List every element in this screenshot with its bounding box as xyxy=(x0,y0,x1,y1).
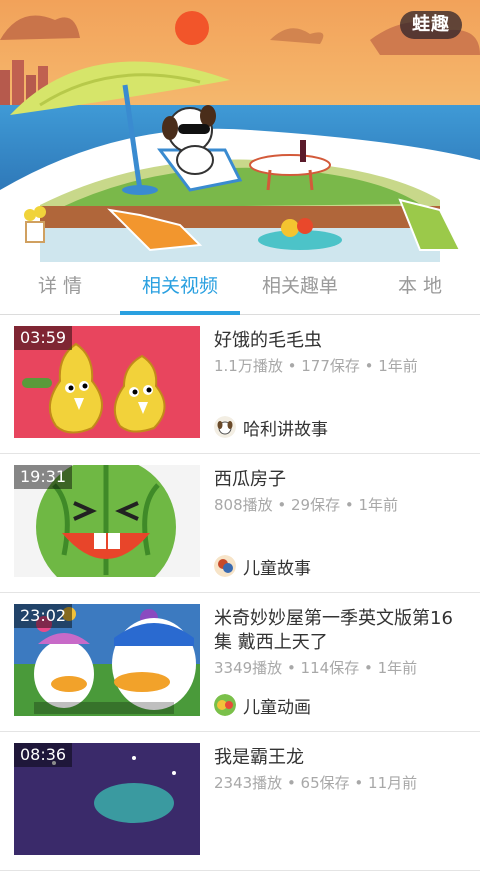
video-meta: 2343播放 • 65保存 • 11月前 xyxy=(214,774,418,792)
tab-related-videos[interactable]: 相关视频 xyxy=(120,262,240,315)
related-video-list: 03:59 好饿的毛毛虫 1.1万播放 • 177保存 • 1年前 哈利讲故事 xyxy=(0,315,480,871)
author-avatar xyxy=(214,416,236,438)
video-player[interactable]: 蛙趣 xyxy=(0,0,480,262)
video-list-item[interactable]: 03:59 好饿的毛毛虫 1.1万播放 • 177保存 • 1年前 哈利讲故事 xyxy=(0,315,480,454)
video-list-item[interactable]: 19:31 西瓜房子 808播放 • 29保存 • 1年前 儿童故事 xyxy=(0,454,480,593)
video-title[interactable]: 好饿的毛毛虫 xyxy=(214,329,470,353)
video-thumbnail[interactable]: 19:31 xyxy=(14,465,200,577)
author-name: 哈利讲故事 xyxy=(243,419,328,440)
video-title[interactable]: 我是霸王龙 xyxy=(214,746,470,770)
author-name: 儿童故事 xyxy=(243,558,311,579)
video-duration: 08:36 xyxy=(14,743,73,767)
tab-details[interactable]: 详 情 xyxy=(0,262,120,314)
author-name: 儿童动画 xyxy=(243,697,311,718)
video-list-item[interactable]: 23:02 米奇妙妙屋第一季英文版第16集 戴西上天了 3349播放 • 114… xyxy=(0,593,480,732)
tab-related-playlists[interactable]: 相关趣单 xyxy=(240,262,360,314)
video-author[interactable]: 哈利讲故事 xyxy=(214,415,328,440)
video-frame-illustration xyxy=(0,0,480,262)
video-duration: 23:02 xyxy=(14,604,73,628)
tab-bar: 详 情 相关视频 相关趣单 本 地 xyxy=(0,262,480,315)
video-meta: 1.1万播放 • 177保存 • 1年前 xyxy=(214,357,418,375)
author-avatar xyxy=(214,694,236,716)
video-thumbnail[interactable]: 23:02 xyxy=(14,604,200,716)
video-author[interactable]: 儿童故事 xyxy=(214,554,311,579)
video-duration: 03:59 xyxy=(14,326,73,350)
tab-local[interactable]: 本 地 xyxy=(360,262,480,314)
video-meta: 3349播放 • 114保存 • 1年前 xyxy=(214,659,418,677)
video-duration: 19:31 xyxy=(14,465,73,489)
author-avatar xyxy=(214,555,236,577)
app-logo-badge: 蛙趣 xyxy=(400,11,462,39)
video-title[interactable]: 米奇妙妙屋第一季英文版第16集 戴西上天了 xyxy=(214,607,470,655)
video-title[interactable]: 西瓜房子 xyxy=(214,468,470,492)
video-thumbnail[interactable]: 03:59 xyxy=(14,326,200,438)
video-author[interactable]: 儿童动画 xyxy=(214,693,311,718)
video-meta: 808播放 • 29保存 • 1年前 xyxy=(214,496,399,514)
video-thumbnail[interactable]: 08:36 xyxy=(14,743,200,855)
video-list-item[interactable]: 08:36 我是霸王龙 2343播放 • 65保存 • 11月前 xyxy=(0,732,480,871)
